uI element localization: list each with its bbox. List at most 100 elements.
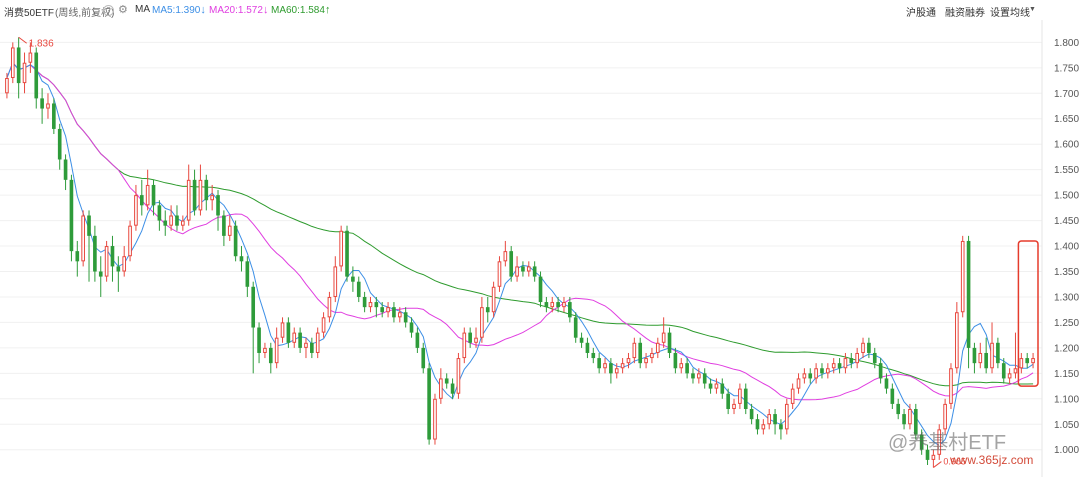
candle-body — [462, 332, 467, 359]
low-pointer — [933, 461, 942, 468]
y-tick-label: 1.650 — [1054, 114, 1079, 125]
candle-body — [743, 388, 748, 409]
y-axis: 1.800 1.750 1.700 1.650 1.600 1.550 1.500 1.450… — [1054, 38, 1079, 456]
candle-body — [421, 347, 426, 369]
candle-body — [661, 332, 666, 343]
candle-body — [397, 312, 402, 318]
candle-body — [122, 256, 127, 272]
candle-body — [978, 352, 983, 364]
candle-body — [163, 220, 168, 226]
watermark-url: www.365jz.com — [950, 453, 1034, 467]
candle-body — [63, 159, 68, 180]
candle-body — [310, 342, 314, 353]
y-tick-label: 1.450 — [1054, 216, 1079, 227]
candle-body — [157, 205, 162, 221]
candle-body — [638, 342, 643, 364]
candle-body — [632, 342, 637, 359]
candle-body — [872, 352, 877, 364]
grid-lines — [0, 20, 1043, 477]
candle-body — [503, 251, 508, 262]
candle-body — [784, 403, 789, 430]
candle-body — [808, 373, 813, 379]
ma60-line — [6, 61, 1034, 387]
candle-body — [579, 337, 584, 343]
candle-body — [761, 424, 766, 430]
candle-body — [274, 337, 279, 364]
candle-body — [691, 373, 695, 379]
candle-body — [568, 302, 572, 318]
y-tick-label: 1.600 — [1054, 140, 1079, 151]
y-tick-label: 1.400 — [1054, 242, 1079, 253]
candle-body — [591, 352, 596, 359]
candles — [5, 37, 1035, 468]
candle-body — [110, 246, 115, 267]
candle-body — [538, 276, 543, 303]
candle-body — [169, 215, 173, 226]
candle-body — [327, 296, 332, 318]
candle-body — [650, 352, 654, 359]
candle-body — [521, 266, 525, 272]
candle-body — [280, 322, 285, 338]
candle-body — [10, 47, 15, 79]
candle-body — [386, 307, 390, 313]
candle-body — [268, 347, 273, 364]
candle-body — [339, 230, 343, 267]
candle-body — [46, 103, 50, 109]
candle-body — [87, 215, 91, 236]
candle-body — [955, 312, 959, 369]
candle-body — [263, 347, 267, 353]
high-label: 1.836 — [29, 38, 54, 49]
y-tick-label: 1.550 — [1054, 165, 1079, 176]
candle-body — [75, 251, 80, 262]
candle-body — [34, 52, 39, 99]
candle-body — [843, 358, 848, 369]
candle-body — [222, 215, 226, 236]
candle-body — [186, 179, 191, 221]
candle-body — [814, 368, 818, 379]
candle-body — [726, 393, 730, 409]
candle-body — [861, 342, 865, 353]
candle-body — [984, 352, 988, 369]
candle-body — [380, 307, 385, 313]
candle-body — [515, 266, 519, 277]
candle-body — [392, 307, 396, 318]
candle-body — [468, 332, 472, 343]
candle-body — [573, 317, 578, 338]
candle-body — [198, 179, 203, 211]
candle-body — [474, 337, 478, 343]
candle-body — [949, 368, 953, 404]
candle-body — [69, 179, 74, 252]
candle-body — [849, 358, 854, 364]
candle-body — [351, 276, 355, 282]
candle-body — [427, 368, 431, 440]
y-tick-label: 1.300 — [1054, 292, 1079, 303]
candle-body — [732, 403, 736, 409]
candle-body — [93, 235, 97, 272]
candle-body — [456, 358, 461, 394]
candle-body — [673, 352, 678, 369]
candle-body — [128, 225, 132, 257]
candle-body — [779, 424, 783, 430]
candle-body — [345, 230, 349, 277]
candle-body — [738, 388, 742, 404]
candle-body — [321, 317, 326, 333]
candle-body — [40, 98, 44, 109]
candle-body — [444, 378, 449, 384]
candle-body — [433, 398, 437, 440]
candle-body — [532, 266, 537, 277]
candle-body — [855, 352, 859, 364]
candle-body — [497, 261, 502, 287]
candle-body — [972, 347, 977, 364]
candle-body — [151, 184, 156, 206]
candle-body — [884, 378, 889, 389]
candle-body — [409, 322, 414, 333]
ma20-line — [6, 61, 1034, 401]
candle-body — [485, 307, 490, 313]
candle-body — [251, 286, 256, 328]
candle-body — [820, 368, 824, 374]
candle-body — [1019, 358, 1024, 369]
candle-body — [597, 358, 601, 369]
candle-body — [773, 414, 777, 425]
annotations: 1.8360.965 — [18, 36, 966, 468]
candle-body — [708, 383, 713, 389]
